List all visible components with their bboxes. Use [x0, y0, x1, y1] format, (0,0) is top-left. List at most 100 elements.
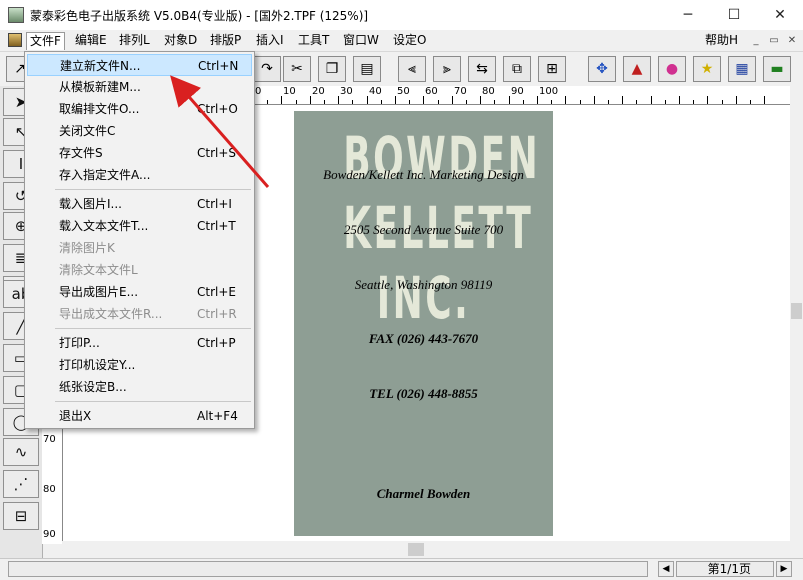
- status-bar: ◀ 第1/1页 ▶: [0, 558, 803, 580]
- ruler-tick: [736, 96, 737, 104]
- group-icon[interactable]: ⧉: [503, 56, 531, 82]
- horizontal-scroll-thumb[interactable]: [408, 543, 424, 556]
- business-card[interactable]: BOWDEN KELLETT INC. Bowden/Kellett Inc. Ma…: [294, 111, 553, 536]
- hruler-label: 30: [340, 86, 353, 97]
- horizontal-scrollbar[interactable]: [62, 541, 790, 558]
- move-icon[interactable]: ✥: [588, 56, 616, 82]
- name-line[interactable]: Charmel Bowden: [294, 486, 553, 502]
- close-button[interactable]: ✕: [757, 0, 803, 30]
- mdi-restore-button[interactable]: ▭: [766, 33, 782, 48]
- menu-object[interactable]: 对象D: [161, 32, 200, 49]
- menu-item-label: 取编排文件O...: [59, 102, 140, 116]
- file-menu-item[interactable]: 打印机设定Y...: [27, 354, 252, 376]
- mdi-minimize-button[interactable]: _: [748, 33, 764, 48]
- star-icon[interactable]: ★: [693, 56, 721, 82]
- map-icon[interactable]: ▦: [728, 56, 756, 82]
- align-left-icon[interactable]: ⫷: [398, 56, 426, 82]
- menu-file[interactable]: 文件F: [26, 32, 65, 50]
- window-title: 蒙泰彩色电子出版系统 V5.0B4(专业版) - [国外2.TPF (125%)…: [30, 9, 369, 23]
- file-menu-item[interactable]: 退出X Alt+F4: [27, 405, 252, 427]
- mdi-close-button[interactable]: ✕: [784, 33, 800, 48]
- ruler-tick: [707, 96, 708, 104]
- cut-icon[interactable]: ✂: [283, 56, 311, 82]
- menu-insert[interactable]: 插入I: [253, 32, 287, 49]
- ruler-tick: [338, 96, 339, 104]
- ruler-tick: [622, 96, 623, 104]
- ruler-tick: [551, 100, 552, 104]
- vertical-scroll-thumb[interactable]: [791, 303, 802, 319]
- ruler-tick: [537, 96, 538, 104]
- file-menu-item[interactable]: 存文件S Ctrl+S: [27, 142, 252, 164]
- hruler-label: 100: [539, 86, 559, 97]
- ruler-tick: [296, 100, 297, 104]
- paste-icon[interactable]: ▤: [353, 56, 381, 82]
- file-menu-item[interactable]: 存入指定文件A...: [27, 164, 252, 186]
- vertical-scrollbar[interactable]: [790, 86, 803, 541]
- menu-item-shortcut: Ctrl+T: [197, 219, 236, 233]
- curve-tool-icon[interactable]: ∿: [3, 438, 39, 466]
- menu-arrange[interactable]: 排列L: [116, 32, 153, 49]
- hruler-label: 60: [425, 86, 438, 97]
- prev-page-icon[interactable]: ◀: [658, 561, 674, 577]
- align-right-icon[interactable]: ⫸: [433, 56, 461, 82]
- shapes-color-icon[interactable]: ▲: [623, 56, 651, 82]
- menu-item-shortcut: Ctrl+S: [197, 146, 237, 160]
- menu-item-label: 打印机设定Y...: [59, 358, 136, 372]
- ruler-tick: [764, 96, 765, 104]
- menu-item-label: 建立新文件N...: [60, 59, 141, 73]
- color-palette-icon[interactable]: ●: [658, 56, 686, 82]
- hruler-label: 50: [397, 86, 410, 97]
- menu-layout[interactable]: 排版P: [207, 32, 244, 49]
- tel-line[interactable]: TEL (026) 448-8855: [294, 386, 553, 402]
- maximize-button[interactable]: ☐: [711, 0, 757, 30]
- file-menu-item[interactable]: 导出成图片E... Ctrl+E: [27, 281, 252, 303]
- menu-separator: [55, 328, 251, 329]
- ruler-tick: [665, 100, 666, 104]
- file-menu-item[interactable]: 打印P... Ctrl+P: [27, 332, 252, 354]
- vruler-label-80: 80: [43, 484, 56, 495]
- address-line[interactable]: 2505 Second Avenue Suite 700: [294, 222, 553, 238]
- file-menu-item[interactable]: 建立新文件N... Ctrl+N: [27, 54, 252, 76]
- ruler-tick: [352, 100, 353, 104]
- copy-icon[interactable]: ❐: [318, 56, 346, 82]
- ungroup-icon[interactable]: ⊞: [538, 56, 566, 82]
- menu-settings[interactable]: 设定O: [390, 32, 429, 49]
- menu-window[interactable]: 窗口W: [340, 32, 382, 49]
- ruler-tick: [324, 100, 325, 104]
- fax-line[interactable]: FAX (026) 443-7670: [294, 331, 553, 347]
- menu-help[interactable]: 帮助H: [702, 32, 741, 49]
- table-draw-tool-icon[interactable]: ⊟: [3, 502, 39, 530]
- menu-item-shortcut: Ctrl+R: [197, 307, 237, 321]
- menu-edit[interactable]: 编辑E: [72, 32, 110, 49]
- hruler-label: 70: [454, 86, 467, 97]
- redo-icon[interactable]: ↷: [253, 56, 281, 82]
- file-menu-item[interactable]: 取编排文件O... Ctrl+O: [27, 98, 252, 120]
- menu-item-shortcut: Ctrl+O: [197, 102, 238, 116]
- file-menu-item[interactable]: 载入图片I... Ctrl+I: [27, 193, 252, 215]
- menu-item-label: 关闭文件C: [59, 124, 116, 138]
- file-menu-item[interactable]: 关闭文件C: [27, 120, 252, 142]
- city-line[interactable]: Seattle, Washington 98119: [294, 277, 553, 293]
- document-icon[interactable]: [8, 33, 22, 47]
- file-menu-item[interactable]: 从模板新建M...: [27, 76, 252, 98]
- ruler-tick: [281, 96, 282, 104]
- file-menu-item[interactable]: 纸张设定B...: [27, 376, 252, 398]
- hruler-label: 0: [255, 86, 262, 97]
- ruler-tick: [409, 100, 410, 104]
- minimize-button[interactable]: ─: [665, 0, 711, 30]
- company-line[interactable]: Bowden/Kellett Inc. Marketing Design: [294, 167, 553, 183]
- file-menu-item: 清除文本文件L: [27, 259, 252, 281]
- ruler-tick: [480, 96, 481, 104]
- image-edit-icon[interactable]: ▬: [763, 56, 791, 82]
- menu-item-shortcut: Ctrl+N: [198, 59, 239, 73]
- next-page-icon[interactable]: ▶: [776, 561, 792, 577]
- ruler-tick: [395, 96, 396, 104]
- menu-item-label: 从模板新建M...: [59, 80, 141, 94]
- menu-tools[interactable]: 工具T: [295, 32, 332, 49]
- distribute-icon[interactable]: ⇆: [468, 56, 496, 82]
- file-menu-item[interactable]: 载入文本文件T... Ctrl+T: [27, 215, 252, 237]
- ruler-tick: [452, 96, 453, 104]
- menu-item-label: 导出成文本文件R...: [59, 307, 163, 321]
- polyline-tool-icon[interactable]: ⋰: [3, 470, 39, 498]
- ruler-tick: [750, 100, 751, 104]
